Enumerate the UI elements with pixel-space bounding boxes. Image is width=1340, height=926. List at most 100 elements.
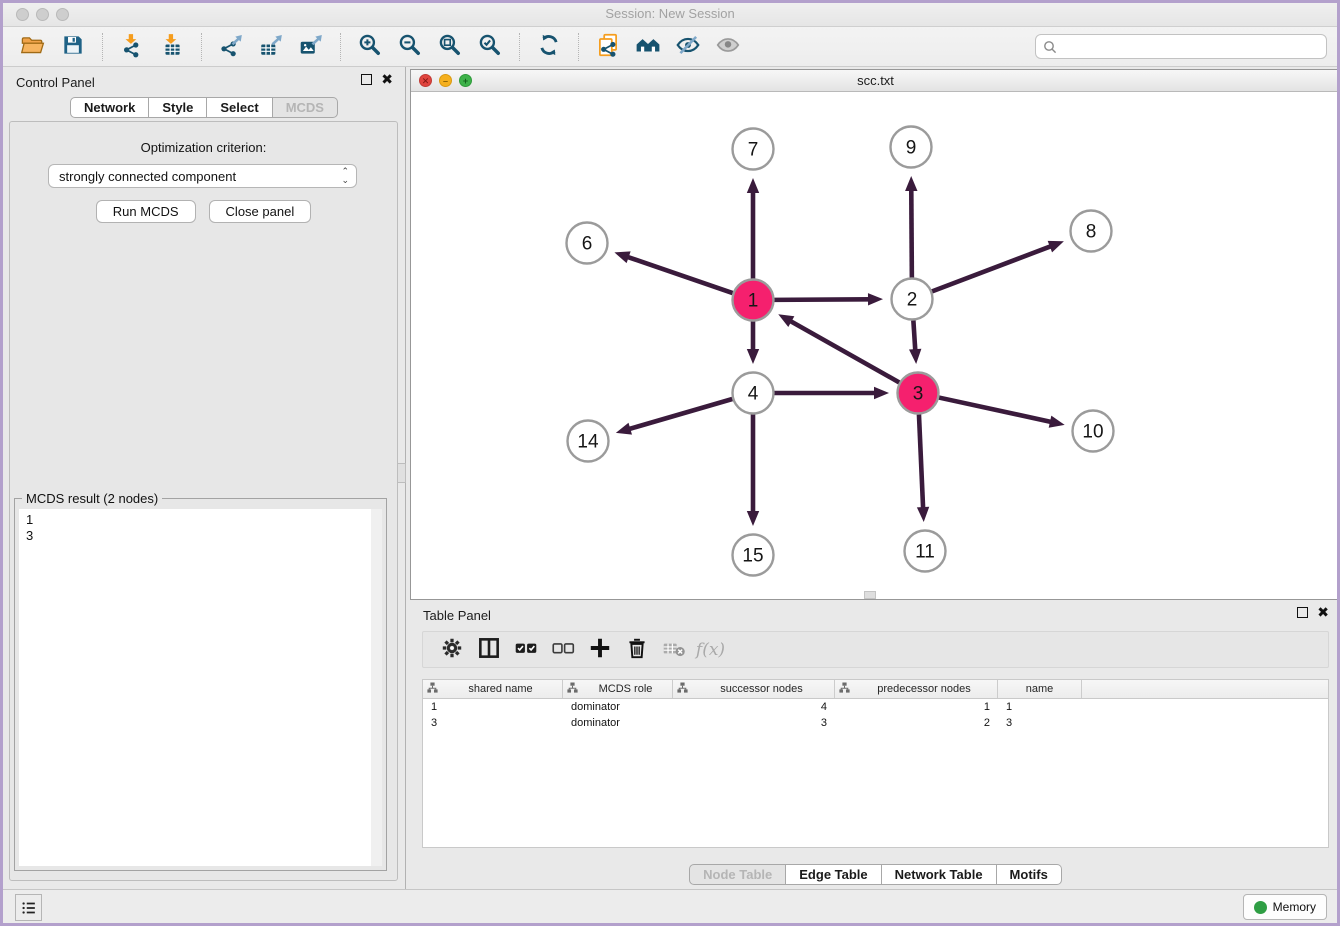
table-cell[interactable]: dominator	[563, 715, 673, 731]
split-columns-icon	[476, 635, 502, 664]
criterion-dropdown[interactable]: strongly connected component ⌃⌄	[48, 164, 357, 188]
column-header-predecessor-nodes[interactable]: predecessor nodes	[835, 680, 998, 698]
export-network-icon	[218, 32, 244, 61]
zoom-selected-button[interactable]	[470, 31, 510, 63]
edge-2-8[interactable]	[932, 246, 1052, 291]
result-scrollbar[interactable]	[371, 509, 382, 866]
edge-1-2[interactable]	[774, 299, 870, 300]
zoom-in-icon	[357, 32, 383, 61]
tab-edge-table[interactable]: Edge Table	[786, 864, 881, 885]
column-header-mcds-role[interactable]: MCDS role	[563, 680, 673, 698]
tab-select[interactable]: Select	[207, 97, 272, 118]
search-field[interactable]	[1035, 34, 1327, 59]
edge-3-1[interactable]	[790, 321, 900, 383]
tab-style[interactable]: Style	[149, 97, 207, 118]
zoom-fit-button[interactable]	[430, 31, 470, 63]
node-label-11: 11	[915, 542, 935, 563]
column-tree-icon	[677, 682, 688, 696]
run-mcds-button[interactable]: Run MCDS	[96, 200, 196, 223]
table-panel-title: Table Panel	[423, 608, 491, 623]
import-table-button[interactable]	[152, 31, 192, 63]
mcds-result-textarea[interactable]: 13	[19, 509, 382, 866]
export-network-button[interactable]	[211, 31, 251, 63]
split-columns-button[interactable]	[470, 635, 507, 665]
table-cell[interactable]: dominator	[563, 699, 673, 715]
memory-status-icon	[1254, 901, 1267, 914]
delete-column-button[interactable]	[618, 635, 655, 665]
toolbar-separator	[340, 33, 341, 61]
import-table-icon	[159, 32, 185, 61]
tab-mcds[interactable]: MCDS	[273, 97, 338, 118]
export-table-button[interactable]	[251, 31, 291, 63]
tab-network-table[interactable]: Network Table	[882, 864, 997, 885]
table-cell[interactable]: 3	[423, 715, 563, 731]
task-list-button[interactable]	[15, 894, 42, 921]
column-header-shared-name[interactable]: shared name	[423, 680, 563, 698]
select-all-checkbox-button[interactable]	[507, 635, 544, 665]
edge-arrowhead-1-4	[747, 349, 759, 364]
copy-network-button[interactable]	[588, 31, 628, 63]
table-cell[interactable]: 1	[835, 699, 998, 715]
home-layout-button[interactable]	[628, 31, 668, 63]
hide-selected-icon	[675, 32, 701, 61]
table-cell[interactable]: 1	[998, 699, 1082, 715]
save-session-button[interactable]	[53, 31, 93, 63]
edge-2-3[interactable]	[913, 320, 915, 351]
open-session-button[interactable]	[13, 31, 53, 63]
table-cell[interactable]: 3	[673, 715, 835, 731]
close-panel-button[interactable]: Close panel	[209, 200, 312, 223]
toolbar-separator	[519, 33, 520, 61]
import-network-button[interactable]	[112, 31, 152, 63]
export-image-button[interactable]	[291, 31, 331, 63]
table-cell[interactable]: 4	[673, 699, 835, 715]
table-row[interactable]: 3dominator323	[423, 715, 1328, 731]
zoom-in-button[interactable]	[350, 31, 390, 63]
search-input[interactable]	[1062, 39, 1326, 54]
settings-gear-button[interactable]	[433, 635, 470, 665]
mcds-result-group: MCDS result (2 nodes) 13	[14, 498, 387, 871]
table-row[interactable]: 1dominator411	[423, 699, 1328, 715]
column-header-successor-nodes[interactable]: successor nodes	[673, 680, 835, 698]
edge-4-14[interactable]	[628, 399, 732, 429]
function-builder-icon: f(x)	[696, 640, 725, 660]
edge-2-9[interactable]	[911, 189, 912, 278]
table-cell[interactable]: 2	[835, 715, 998, 731]
column-header-label: shared name	[443, 683, 558, 695]
show-all-button[interactable]	[708, 31, 748, 63]
edge-arrowhead-4-15	[747, 511, 759, 526]
network-window-titlebar[interactable]: ✕ – + scc.txt	[411, 70, 1340, 92]
splitter-gripper[interactable]	[397, 463, 406, 483]
edge-3-11[interactable]	[919, 414, 923, 509]
tab-motifs[interactable]: Motifs	[997, 864, 1062, 885]
edge-1-6[interactable]	[627, 257, 733, 293]
optimization-criterion-label: Optimization criterion:	[10, 140, 397, 155]
edge-arrowhead-3-11	[917, 507, 929, 522]
refresh-layout-button[interactable]	[529, 31, 569, 63]
close-table-panel-icon[interactable]: ✖	[1317, 607, 1329, 618]
deselect-all-checkbox-button[interactable]	[544, 635, 581, 665]
control-panel: Control Panel ✖ NetworkStyleSelectMCDS O…	[3, 67, 406, 889]
canvas-gripper[interactable]	[864, 591, 876, 599]
function-builder-button: f(x)	[692, 635, 729, 665]
column-header-label: successor nodes	[693, 683, 830, 695]
application-window: Session: New Session Control Panel ✖ Net…	[0, 0, 1340, 926]
table-cell[interactable]: 3	[998, 715, 1082, 731]
node-label-15: 15	[742, 546, 763, 567]
float-table-panel-icon[interactable]	[1297, 607, 1308, 618]
network-canvas[interactable]: 7968124314101511	[411, 92, 1340, 599]
home-layout-icon	[635, 32, 661, 61]
node-label-9: 9	[906, 138, 917, 159]
table-cell[interactable]: 1	[423, 699, 563, 715]
memory-button[interactable]: Memory	[1243, 894, 1327, 920]
node-label-14: 14	[577, 432, 599, 453]
close-panel-icon[interactable]: ✖	[381, 74, 393, 85]
add-column-button[interactable]	[581, 635, 618, 665]
tab-node-table[interactable]: Node Table	[689, 864, 786, 885]
column-header-name[interactable]: name	[998, 680, 1082, 698]
edge-3-10[interactable]	[939, 398, 1052, 423]
mcds-tab-content: Optimization criterion: strongly connect…	[9, 121, 398, 881]
tab-network[interactable]: Network	[70, 97, 149, 118]
float-panel-icon[interactable]	[361, 74, 372, 85]
hide-selected-button[interactable]	[668, 31, 708, 63]
zoom-out-button[interactable]	[390, 31, 430, 63]
